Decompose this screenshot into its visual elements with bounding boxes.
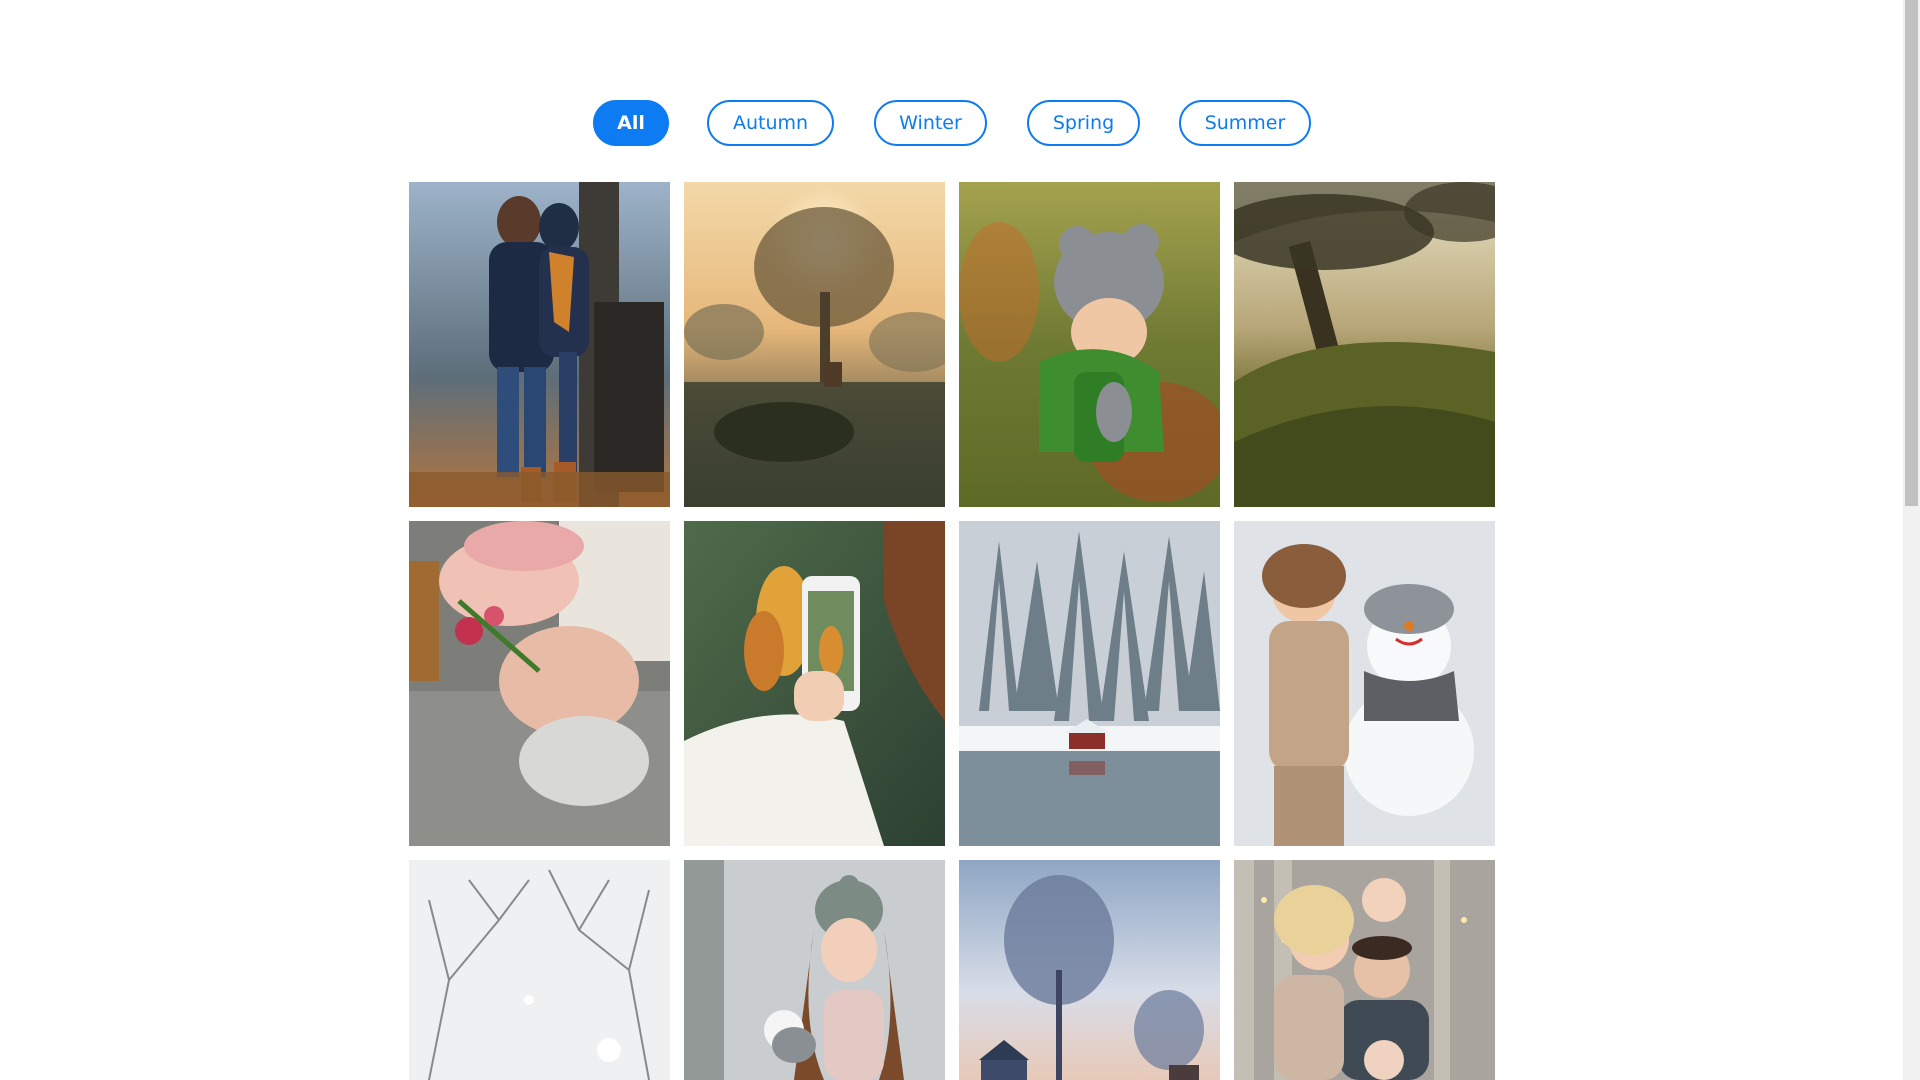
gallery-photo[interactable] bbox=[1234, 182, 1495, 507]
scrollbar-thumb[interactable] bbox=[1905, 0, 1918, 506]
page-scrollbar[interactable] bbox=[1903, 0, 1920, 1080]
gallery-photo[interactable] bbox=[409, 860, 670, 1080]
gallery-photo[interactable] bbox=[684, 860, 945, 1080]
gallery-photo[interactable] bbox=[1234, 860, 1495, 1080]
photo-gallery bbox=[409, 182, 1495, 1080]
filter-all-button[interactable]: All bbox=[593, 100, 669, 146]
gallery-photo[interactable] bbox=[409, 182, 670, 507]
gallery-photo[interactable] bbox=[409, 521, 670, 846]
filter-spring-button[interactable]: Spring bbox=[1027, 100, 1140, 146]
filter-autumn-button[interactable]: Autumn bbox=[707, 100, 834, 146]
filter-summer-button[interactable]: Summer bbox=[1179, 100, 1311, 146]
gallery-photo[interactable] bbox=[959, 182, 1220, 507]
filter-winter-button[interactable]: Winter bbox=[874, 100, 987, 146]
filter-bar: All Autumn Winter Spring Summer bbox=[0, 100, 1903, 146]
gallery-photo[interactable] bbox=[684, 521, 945, 846]
gallery-photo[interactable] bbox=[684, 182, 945, 507]
gallery-photo[interactable] bbox=[959, 521, 1220, 846]
gallery-photo[interactable] bbox=[959, 860, 1220, 1080]
gallery-photo[interactable] bbox=[1234, 521, 1495, 846]
